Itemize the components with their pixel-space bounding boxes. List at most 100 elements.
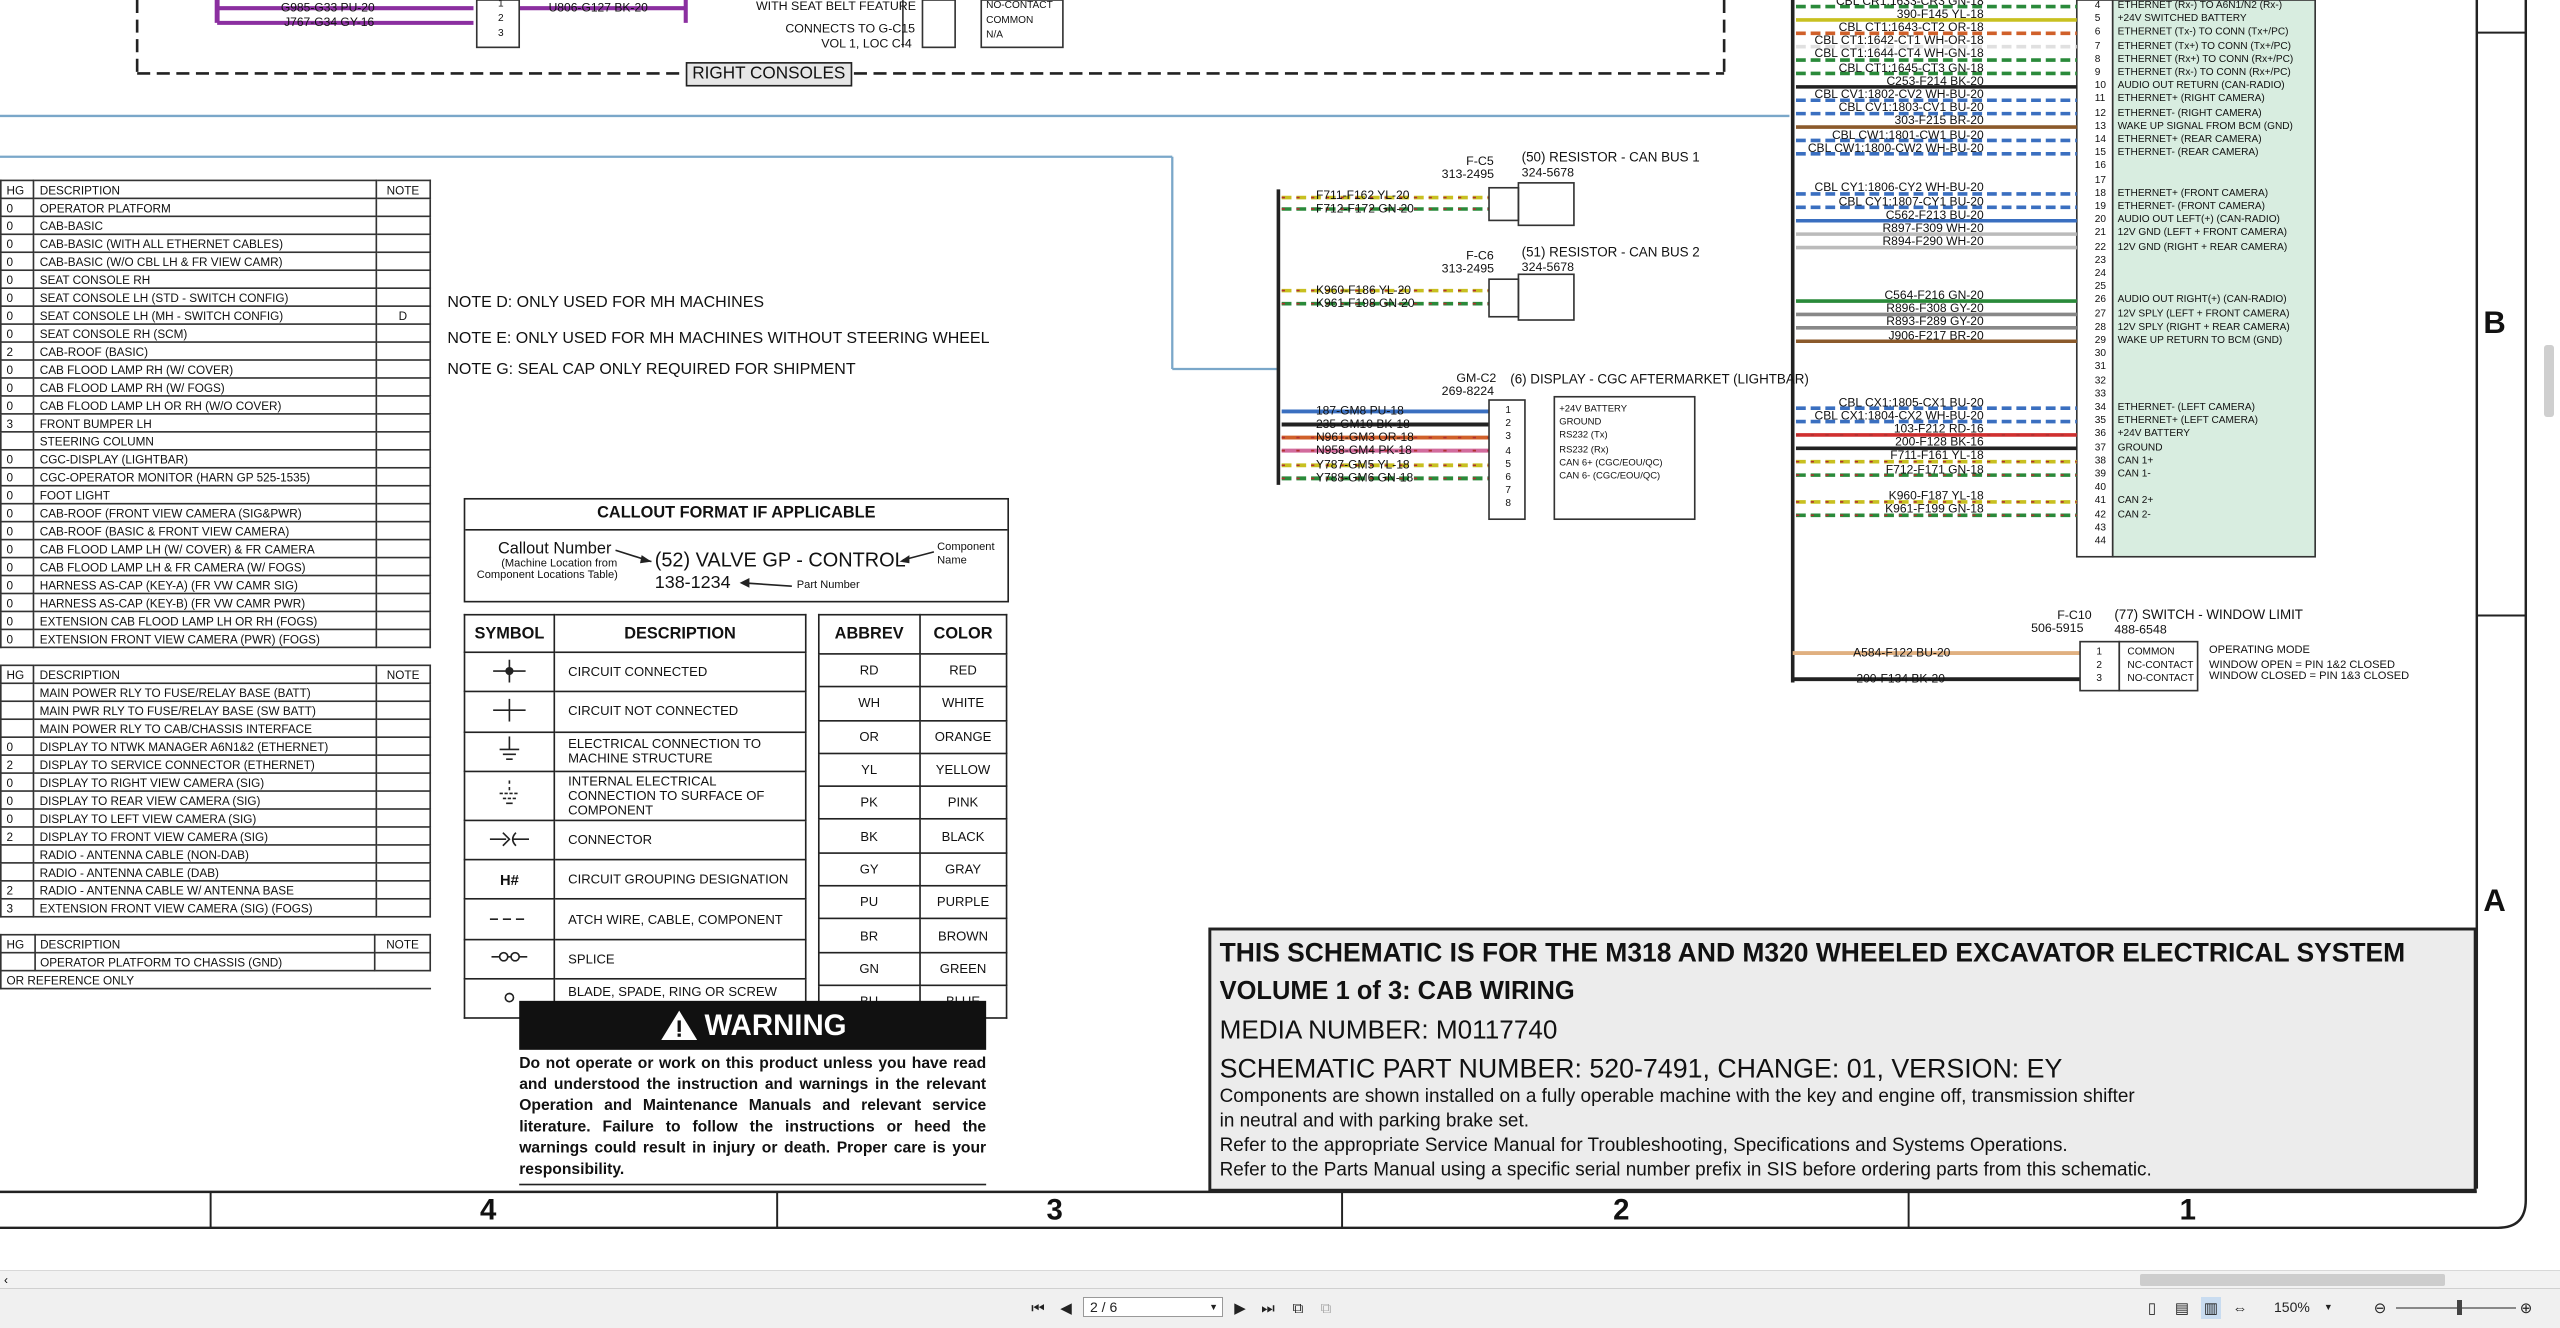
pin-function: GROUND [2117,441,2163,454]
note-cell: D [374,305,432,325]
pin-function: GROUND [1559,418,1602,429]
hg-cell: 0 [0,269,35,289]
continuous-view-icon[interactable]: ▤ [2172,1297,2192,1319]
component-name: (50) RESISTOR - CAN BUS 1 [1521,150,1700,165]
connector-part: 506-5915 [2031,620,2084,636]
description-cell: SPLICE [553,938,807,980]
vertical-scrollbar-thumb[interactable] [2544,345,2554,417]
pin-function: 12V SPLY (LEFT + FRONT CAMERA) [2117,307,2290,320]
next-page-icon[interactable]: ▶ [1230,1297,1250,1319]
table-header: SYMBOL DESCRIPTION [463,613,807,654]
wire-label: J906-F217 BR-20 [1888,327,1984,343]
zoom-select[interactable]: 150% ▼ [2274,1297,2364,1317]
pin-function: 12V GND (RIGHT + REAR CAMERA) [2117,240,2288,253]
pin-function: ETHERNET- (REAR CAMERA) [2117,147,2259,159]
description-cell: ELECTRICAL CONNECTION TO MACHINE STRUCTU… [553,730,807,773]
abbrev-cell: GY [817,851,921,887]
connector-part: 313-2495 [1441,261,1495,276]
copy-page-icon[interactable]: ⧉ [1288,1297,1308,1319]
note-cell [374,341,432,361]
pin-number: 30 [2094,348,2107,360]
wire-label: U806-G127 BK-20 [548,0,648,15]
component-name: (51) RESISTOR - CAN BUS 2 [1521,244,1700,260]
header-cell: DESCRIPTION [33,933,376,954]
chevron-down-icon[interactable]: ▼ [2324,1302,2333,1312]
connects-vol: VOL 1, LOC C-4 [821,35,912,51]
title-line2: VOLUME 1 of 3: CAB WIRING [1219,977,1575,1006]
description-cell: CIRCUIT NOT CONNECTED [553,691,807,733]
component-name: (77) SWITCH - WINDOW LIMIT [2114,607,2303,623]
horizontal-scrollbar[interactable]: ‹ [0,1270,2560,1289]
single-page-view-icon[interactable]: ▯ [2142,1297,2162,1319]
description-cell: DISPLAY TO SERVICE CONNECTOR (ETHERNET) [33,754,377,774]
wire-label: J767-G34 GY-16 [284,14,375,30]
hg-cell [0,431,35,451]
wire-label: 390-F145 YL-18 [1896,6,1984,21]
table-row: PK PINK [817,785,1008,821]
fit-width-icon[interactable]: ⇔ [2230,1297,2250,1319]
pin-number: 11 [2094,93,2106,106]
first-page-icon[interactable]: ⏮ [1028,1297,1048,1319]
pin-number: 10 [2094,80,2107,92]
pin-number: 43 [2094,522,2107,534]
wire-label: N958-GM4 PK-18 [1315,442,1412,458]
scroll-left-icon[interactable]: ‹ [0,1271,12,1289]
last-page-icon[interactable]: ⏭ [1258,1297,1278,1319]
wire-label: R894-F290 WH-20 [1882,233,1984,249]
two-page-view-icon[interactable]: ▥ [2201,1297,2221,1319]
wire-label: K961-F199 GN-18 [1885,501,1984,517]
horizontal-scrollbar-thumb[interactable] [2140,1274,2445,1286]
pin-function: 12V SPLY (RIGHT + REAR CAMERA) [2117,321,2290,333]
document-viewport[interactable]: G985-G33 PU-20 J767-G34 GY-16 U806-G127 … [0,0,2560,1270]
wire-label: K961-F198 GN-20 [1315,295,1415,311]
table-row: 0 DISPLAY TO NTWK MANAGER A6N1&2 (ETHERNE… [0,736,432,756]
zoom-slider-handle[interactable] [2457,1300,2462,1315]
pin-number: 9 [2094,66,2101,79]
note-cell [374,628,432,649]
zoom-out-icon[interactable]: ⊖ [2370,1297,2390,1319]
wire-label: C562-F213 BU-20 [1885,206,1984,222]
description-cell: DISPLAY TO RIGHT VIEW CAMERA (SIG) [33,772,377,792]
hg-cell: 0 [0,808,35,828]
zoom-in-icon[interactable]: ⊕ [2516,1297,2536,1319]
title-line1: THIS SCHEMATIC IS FOR THE M318 AND M320 … [1219,938,2406,969]
abbrev-cell: GN [817,951,921,987]
wire-label: CBL CT1:1643-CT2 OR-18 [1838,19,1984,35]
chevron-down-icon[interactable]: ▼ [1209,1302,1218,1312]
media-number: MEDIA NUMBER: M0117740 [1219,1017,1558,1045]
description-cell: CGC-OPERATOR MONITOR (HARN GP 525-1535) [33,466,377,487]
pin-function: ETHERNET (Rx-) TO CONN (Rx+/PC) [2117,66,2291,79]
note-cell [375,772,432,792]
table-row: 2 RADIO - ANTENNA CABLE W/ ANTENNA BASE [0,880,432,900]
table-row: CIRCUIT CONNECTED [463,651,807,693]
pin-function: CAN 2- [2117,508,2151,521]
pin-function: CAN 1+ [2117,455,2154,467]
title-note: Refer to the Parts Manual using a specif… [1219,1159,2152,1181]
pin-number: 26 [2094,294,2107,306]
paste-page-icon[interactable]: ⧉ [1316,1297,1336,1319]
hg-cell [0,951,36,972]
table-row: CIRCUIT NOT CONNECTED [463,691,807,733]
note-cell [374,269,432,289]
circuit-connected-icon [463,651,556,693]
previous-page-icon[interactable]: ◀ [1056,1297,1076,1319]
circuit-grouping-icon: H# [463,859,556,901]
table-row: OR ORANGE [817,719,1008,755]
hg-cell: 0 [0,502,35,523]
zoom-slider-track[interactable] [2396,1307,2516,1309]
abbrev-cell: YL [817,752,921,788]
table-row: 0 SEAT CONSOLE RH [0,269,432,289]
table-row: ATCH WIRE, CABLE, COMPONENT [463,898,807,941]
page-number-field[interactable]: 2 / 6 ▼ [1083,1297,1223,1317]
hg-cell: 0 [0,359,35,379]
description-cell: CONNECTOR [553,819,807,861]
wire-label: Y787-GM5 YL-18 [1315,457,1410,472]
table-row: BK BLACK [817,818,1008,854]
pin-number: 3 [497,27,504,40]
table-row: 0 CAB-BASIC [0,215,432,236]
abbrev-cell: WH [817,686,921,722]
hg-cell: 0 [0,610,35,631]
header-cell: COLOR [918,613,1008,655]
table-row: 0 SEAT CONSOLE LH (STD - SWITCH CONFIG) [0,287,432,307]
note-cell [374,556,432,577]
